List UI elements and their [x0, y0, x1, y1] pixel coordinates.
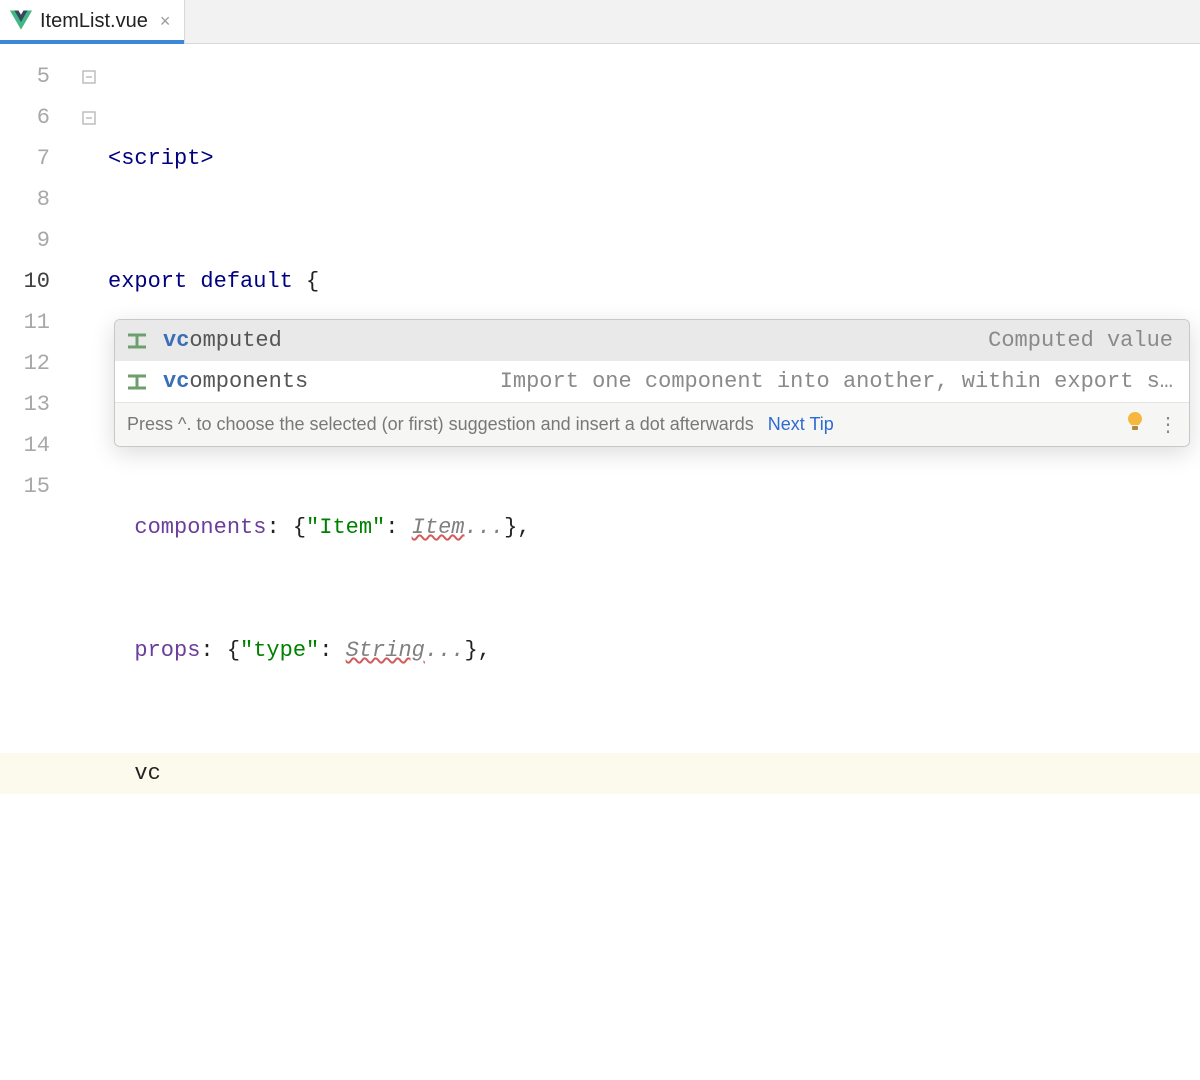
code-line-current[interactable]: vc	[0, 753, 1200, 794]
line-number[interactable]: 13	[0, 384, 50, 425]
line-number[interactable]: 11	[0, 302, 50, 343]
tab-bar: ItemList.vue ×	[0, 0, 1200, 44]
lightbulb-icon[interactable]	[1126, 411, 1144, 439]
tab-filename: ItemList.vue	[40, 10, 148, 33]
vue-logo-icon	[10, 10, 32, 32]
editor: 5 6 7 8 9 10 11 12 13 14 15 <script> exp…	[0, 44, 1200, 540]
close-icon[interactable]: ×	[160, 11, 171, 32]
live-template-icon	[123, 373, 151, 391]
gutter: 5 6 7 8 9 10 11 12 13 14 15	[0, 44, 70, 540]
code-line[interactable]: <script>	[108, 138, 1200, 179]
code-line[interactable]	[108, 999, 1200, 1040]
autocomplete-popup: vcomputed Computed value vcomponents Imp…	[114, 319, 1190, 447]
autocomplete-desc: Import one component into another, withi…	[500, 369, 1173, 394]
fold-toggle-icon[interactable]	[70, 97, 108, 138]
line-number[interactable]: 6	[0, 97, 50, 138]
autocomplete-item[interactable]: vcomponents Import one component into an…	[115, 361, 1189, 402]
code-line[interactable]: components: {"Item": Item...},	[108, 507, 1200, 548]
more-icon[interactable]: ⋮	[1158, 412, 1177, 437]
footer-tip: Press ^. to choose the selected (or firs…	[127, 414, 754, 435]
line-number[interactable]: 7	[0, 138, 50, 179]
autocomplete-label: vcomponents	[163, 369, 308, 394]
autocomplete-item[interactable]: vcomputed Computed value	[115, 320, 1189, 361]
line-number[interactable]: 12	[0, 343, 50, 384]
code-line[interactable]	[108, 876, 1200, 917]
autocomplete-desc: Computed value	[988, 328, 1173, 353]
code-line[interactable]: props: {"type": String...},	[108, 630, 1200, 671]
line-number[interactable]: 8	[0, 179, 50, 220]
line-number[interactable]: 15	[0, 466, 50, 507]
autocomplete-label: vcomputed	[163, 328, 282, 353]
fold-strip	[70, 44, 108, 540]
code-line[interactable]: export default {	[108, 261, 1200, 302]
line-number[interactable]: 5	[0, 56, 50, 97]
code-area[interactable]: <script> export default { name: "ItemLis…	[108, 44, 1200, 540]
line-number[interactable]: 10	[0, 261, 50, 302]
line-number[interactable]: 9	[0, 220, 50, 261]
next-tip-link[interactable]: Next Tip	[768, 414, 834, 435]
autocomplete-footer: Press ^. to choose the selected (or firs…	[115, 402, 1189, 446]
line-number[interactable]: 14	[0, 425, 50, 466]
live-template-icon	[123, 332, 151, 350]
tab-itemlist[interactable]: ItemList.vue ×	[0, 0, 185, 43]
fold-toggle-icon[interactable]	[70, 56, 108, 97]
